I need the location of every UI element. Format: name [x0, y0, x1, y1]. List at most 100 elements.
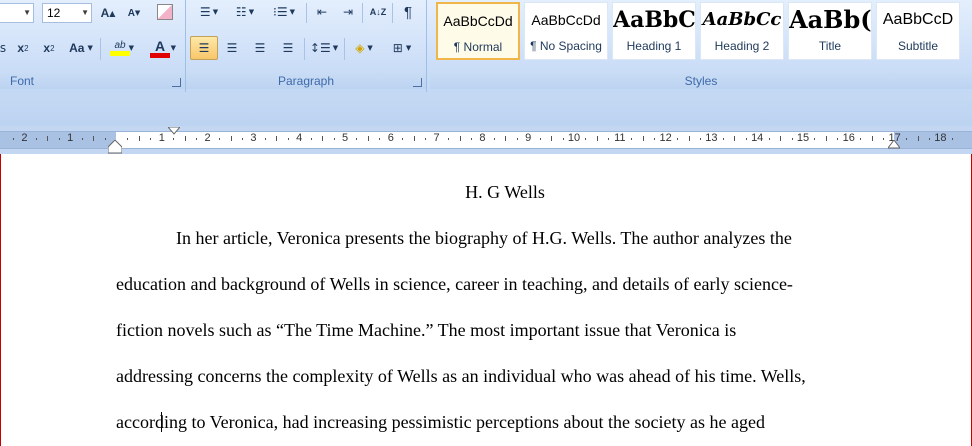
ruler-tick-mark: [814, 138, 816, 140]
align-right-button[interactable]: ☰: [246, 38, 274, 58]
ribbon: ▼ 12 ▼ A ▲ A ▼ s x2 x2 Aa ▼ ab ▼ A ▼ Font: [0, 0, 972, 94]
style-normal[interactable]: AaBbCcDd ¶ Normal: [436, 2, 520, 60]
document-line-4: addressing concerns the complexity of We…: [116, 366, 806, 386]
clear-formatting-button[interactable]: [150, 2, 180, 22]
subscript-button[interactable]: x2: [12, 38, 34, 58]
ruler-tick-mark: [425, 138, 427, 140]
paint-bucket-icon: ◈: [355, 41, 365, 55]
ruler-tick-mark: [722, 138, 724, 140]
align-right-icon: ☰: [254, 41, 266, 55]
style-no-spacing[interactable]: AaBbCcDd ¶ No Spacing: [524, 2, 608, 60]
font-color-button[interactable]: A ▼: [142, 36, 178, 60]
horizontal-ruler[interactable]: 2 1 1 2 3 4 5 6 7 8 9 10 11 12 13 14 15 16 17 18: [0, 126, 972, 154]
right-indent-marker[interactable]: [888, 140, 900, 150]
increase-indent-icon: ⇥: [342, 5, 354, 19]
ruler-tick-mark: [768, 138, 770, 140]
ruler-tick-mark: [860, 138, 862, 140]
change-case-button[interactable]: Aa ▼: [64, 38, 98, 58]
ruler-tick-mark: [951, 138, 953, 140]
ruler-tick-mark: [631, 138, 633, 140]
ruler-tick-mark: [493, 138, 495, 140]
ruler-tick-mark: [699, 138, 701, 140]
ruler-tick-mark: [333, 138, 335, 140]
style-heading-1[interactable]: AaBbC Heading 1: [612, 2, 696, 60]
superscript-button[interactable]: x2: [38, 38, 60, 58]
left-indent-marker[interactable]: [108, 140, 122, 154]
decrease-indent-button[interactable]: ⇤: [310, 2, 334, 22]
ruler-tick-mark: [35, 138, 37, 140]
font-name-combo[interactable]: ▼: [0, 3, 34, 23]
paragraph-group: ☰ ▼ ☷ ▼ ⁝☰ ▼ ⇤ ⇥ A↓Z ¶ ☰ ☰ ☰ ☰ ↕☰ ▼ ◈ ▼ ⊞ ▼ Pa…: [186, 0, 427, 92]
bullets-icon: ☰: [199, 5, 211, 19]
strikethrough-button[interactable]: s: [0, 38, 8, 58]
show-formatting-marks-button[interactable]: ¶: [396, 2, 420, 22]
font-group-label: Font: [0, 73, 185, 89]
ruler-tick-mark: [906, 138, 908, 140]
multilevel-list-button[interactable]: ⁝☰ ▼: [264, 2, 304, 22]
ruler-tick-mark: [127, 138, 129, 140]
document-line-3: fiction novels such as “The Time Machine…: [116, 320, 737, 340]
ruler-tick-mark: [93, 136, 95, 141]
ruler-tick-mark: [642, 136, 644, 141]
ruler-tick-label: 10: [567, 132, 581, 144]
ruler-tick-mark: [654, 138, 656, 140]
ruler-tick-mark: [184, 136, 186, 141]
shrink-font-button[interactable]: A ▼: [122, 3, 146, 23]
font-dialog-launcher[interactable]: [172, 78, 181, 87]
paragraph-dialog-launcher[interactable]: [413, 78, 422, 87]
ruler-tick-mark: [585, 138, 587, 140]
ruler-tick-label: 6: [387, 132, 394, 144]
style-heading-2[interactable]: AaBbCc Heading 2: [700, 2, 784, 60]
document-title: H. G Wells: [465, 182, 545, 202]
increase-indent-button[interactable]: ⇥: [336, 2, 360, 22]
ruler-tick-mark: [734, 136, 736, 141]
decrease-indent-icon: ⇤: [316, 5, 328, 19]
justify-button[interactable]: ☰: [274, 38, 302, 58]
style-title[interactable]: AaBb( Title: [788, 2, 872, 60]
ruler-tick-label: 8: [479, 132, 486, 144]
numbering-icon: ☷: [235, 5, 247, 19]
strikethrough-icon: s: [0, 41, 7, 55]
grow-font-button[interactable]: A ▲: [96, 3, 120, 23]
borders-button[interactable]: ⊞ ▼: [384, 38, 420, 58]
style-subtitle[interactable]: AaBbCcD Subtitle: [876, 2, 960, 60]
first-line-indent-marker[interactable]: [168, 127, 180, 135]
ruler-tick-mark: [12, 138, 14, 140]
ruler-tick-mark: [367, 136, 369, 141]
ruler-tick-mark: [230, 136, 232, 141]
bullets-button[interactable]: ☰ ▼: [192, 2, 226, 22]
font-size-value: 12: [47, 6, 61, 20]
font-group: ▼ 12 ▼ A ▲ A ▼ s x2 x2 Aa ▼ ab ▼ A ▼ Font: [0, 0, 186, 92]
ruler-tick-mark: [596, 136, 598, 141]
shading-button[interactable]: ◈ ▼: [346, 38, 382, 58]
ruler-tick-label: 15: [796, 132, 810, 144]
justify-icon: ☰: [282, 41, 294, 55]
ruler-tick-mark: [505, 136, 507, 141]
font-size-combo[interactable]: 12 ▼: [42, 3, 92, 23]
styles-group-label: Styles: [430, 73, 972, 89]
document-line-1: In her article, Veronica presents the bi…: [176, 228, 792, 248]
ruler-tick-mark: [883, 138, 885, 140]
ruler-tick-mark: [58, 138, 60, 140]
ruler-tick-mark: [459, 136, 461, 141]
ruler-tick-mark: [871, 136, 873, 141]
ruler-tick-mark: [322, 136, 324, 141]
align-center-icon: ☰: [226, 41, 238, 55]
ruler-tick-mark: [287, 138, 289, 140]
sort-button[interactable]: A↓Z: [366, 2, 390, 22]
numbering-button[interactable]: ☷ ▼: [228, 2, 262, 22]
align-left-button[interactable]: ☰: [190, 36, 218, 60]
line-spacing-icon: ↕☰: [309, 41, 331, 55]
document-page[interactable]: H. G Wells In her article, Veronica pres…: [0, 154, 972, 446]
ruler-tick-label: 13: [705, 132, 718, 144]
highlight-button[interactable]: ab ▼: [104, 36, 136, 60]
ruler-tick-label: 1: [158, 132, 165, 144]
ruler-tick-label: 1: [67, 132, 74, 144]
ruler-tick-mark: [562, 138, 564, 140]
highlight-color-bar: [110, 51, 130, 56]
text-cursor: [161, 412, 162, 432]
ruler-tick-mark: [837, 138, 839, 140]
line-spacing-button[interactable]: ↕☰ ▼: [306, 38, 342, 58]
align-center-button[interactable]: ☰: [218, 38, 246, 58]
ruler-tick-mark: [745, 138, 747, 140]
